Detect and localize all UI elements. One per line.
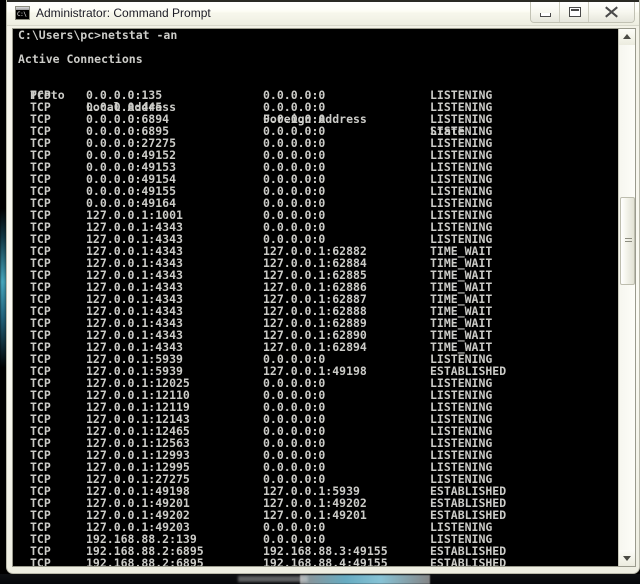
connection-rows: TCP 0.0.0.0:135 0.0.0.0:0 LISTENING TCP 0.0.0…: [13, 89, 619, 566]
window-title: Administrator: Command Prompt: [36, 6, 211, 20]
cell-state: ESTABLISHED: [430, 556, 507, 566]
window-titlebar[interactable]: C:\ Administrator: Command Prompt: [7, 0, 639, 26]
restore-button[interactable]: [560, 2, 589, 22]
minimize-icon: [540, 13, 551, 17]
scroll-up-icon[interactable]: [619, 29, 635, 45]
console-client-area: C:\Users\pc>netstat -an Active Connectio…: [12, 28, 636, 567]
console-icon[interactable]: C:\: [15, 6, 30, 20]
window-controls: [530, 2, 635, 23]
restore-icon: [569, 7, 581, 17]
table-row: TCP 192.168.88.2:6895 192.168.88.4:49155 ES…: [13, 557, 619, 566]
active-connections-heading: Active Connections: [18, 52, 143, 66]
command-prompt-window: C:\ Administrator: Command Prompt C:\Use…: [6, 0, 640, 574]
console-icon-prompt: C:\: [17, 11, 27, 18]
taskbar-item-active[interactable]: [300, 575, 430, 584]
command-prompt-line: C:\Users\pc>netstat -an: [18, 29, 178, 42]
taskbar-item-secondary[interactable]: [238, 576, 308, 582]
cell-proto: TCP: [30, 556, 51, 566]
minimize-button[interactable]: [531, 2, 560, 22]
scrollbar-thumb[interactable]: [620, 197, 635, 285]
close-icon: [604, 6, 618, 18]
vertical-scrollbar[interactable]: [618, 29, 635, 566]
cell-foreign-address: 192.168.88.4:49155: [263, 556, 388, 566]
scroll-down-icon[interactable]: [619, 550, 635, 566]
taskbar[interactable]: [0, 574, 640, 584]
console-text-buffer[interactable]: C:\Users\pc>netstat -an Active Connectio…: [13, 29, 619, 566]
console-icon-bar: [16, 7, 29, 10]
close-button[interactable]: [589, 2, 634, 22]
cell-local-address: 192.168.88.2:6895: [86, 556, 204, 566]
